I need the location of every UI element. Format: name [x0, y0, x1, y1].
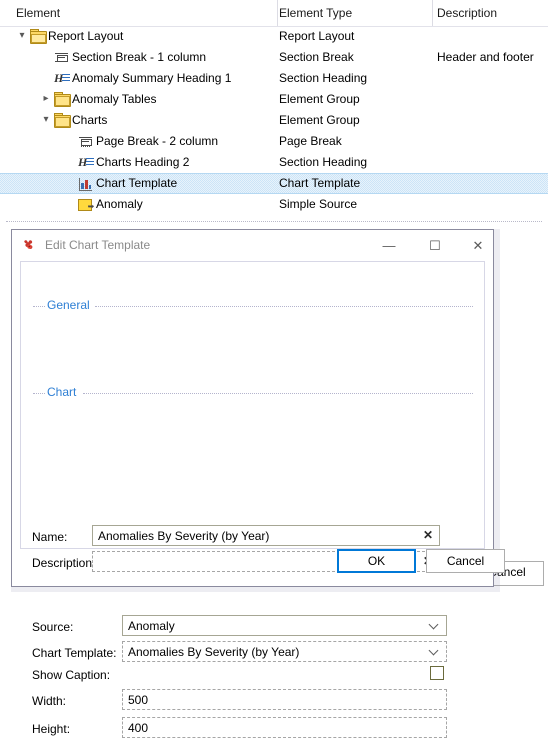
tree-item-label: Anomaly Tables: [72, 92, 157, 106]
chevron-down-icon[interactable]: ▾: [16, 30, 28, 42]
name-label: Name:: [32, 530, 68, 544]
chart-template-label: Chart Template:: [32, 646, 117, 660]
table-row[interactable]: Page Break - 2 column Page Break: [0, 131, 548, 152]
source-value: Anomaly: [128, 619, 175, 633]
minimize-icon[interactable]: —: [370, 230, 408, 261]
folder-open-icon: [30, 29, 47, 44]
column-header-description[interactable]: Description: [437, 6, 497, 20]
dialog-button-row: OK Cancel: [12, 549, 505, 587]
table-row[interactable]: ▾ Report Layout Report Layout: [0, 26, 548, 47]
tree-column-header: Element Element Type Description: [0, 0, 548, 27]
chart-template-select[interactable]: Anomalies By Severity (by Year): [122, 641, 447, 662]
tree-item-label: Page Break - 2 column: [96, 134, 219, 148]
tree-item-label: Section Break - 1 column: [72, 50, 207, 64]
dialog-titlebar[interactable]: Edit Chart Template — ☐ ✕: [12, 230, 493, 261]
show-caption-label: Show Caption:: [32, 668, 111, 682]
chevron-down-icon[interactable]: ▾: [40, 114, 52, 126]
height-label: Height:: [32, 722, 71, 736]
page-break-icon: [78, 134, 94, 149]
cancel-button[interactable]: Cancel: [426, 549, 505, 573]
group-header-general: General: [33, 298, 473, 314]
folder-closed-icon: [54, 113, 71, 128]
chevron-down-icon[interactable]: [430, 646, 439, 655]
chevron-right-icon[interactable]: ▸: [40, 93, 52, 105]
source-label: Source:: [32, 620, 74, 634]
tree-rows: ▾ Report Layout Report Layout Section Br…: [0, 26, 548, 221]
width-label: Width:: [32, 694, 67, 708]
tree-item-type: Section Heading: [279, 155, 368, 169]
edit-chart-template-dialog: Edit Chart Template — ☐ ✕ General Chart …: [11, 229, 505, 738]
dialog-title: Edit Chart Template: [45, 238, 151, 252]
width-input[interactable]: 500: [122, 689, 447, 710]
source-select[interactable]: Anomaly: [122, 615, 447, 636]
table-row[interactable]: Section Break - 1 column Section Break H…: [0, 47, 548, 68]
tree-item-label: Anomaly Summary Heading 1: [72, 71, 232, 85]
tree-item-label: Charts Heading 2: [96, 155, 190, 169]
maximize-icon[interactable]: ☐: [416, 230, 454, 261]
tree-item-type: Page Break: [279, 134, 342, 148]
simple-source-icon: ➥: [78, 197, 94, 212]
group-label: Chart: [47, 385, 77, 399]
ok-button[interactable]: OK: [337, 549, 416, 573]
application-icon: [22, 238, 38, 254]
height-input[interactable]: 400: [122, 717, 447, 738]
column-header-element-type[interactable]: Element Type: [279, 6, 352, 20]
tree-item-description: Header and footer: [437, 50, 534, 64]
group-label: General: [47, 298, 90, 312]
table-row[interactable]: H Anomaly Summary Heading 1 Section Head…: [0, 68, 548, 89]
table-row[interactable]: ▾ Charts Element Group: [0, 110, 548, 131]
table-row[interactable]: ▸ Anomaly Tables Element Group: [0, 89, 548, 110]
tree-item-label: Charts: [72, 113, 108, 127]
name-input[interactable]: Anomalies By Severity (by Year) ✕: [92, 525, 440, 546]
section-break-icon: [54, 50, 70, 65]
tree-item-type: Section Heading: [279, 71, 368, 85]
chart-template-value: Anomalies By Severity (by Year): [128, 645, 300, 659]
name-value: Anomalies By Severity (by Year): [98, 529, 270, 543]
panel-divider: [6, 221, 542, 223]
width-value: 500: [128, 693, 149, 707]
section-heading-icon: H: [54, 71, 70, 86]
table-row-selected[interactable]: Chart Template Chart Template: [0, 173, 548, 194]
tree-item-label: Chart Template: [96, 176, 178, 190]
section-heading-icon: H: [78, 155, 94, 170]
folder-closed-icon: [54, 92, 71, 107]
column-divider-2[interactable]: [432, 0, 433, 26]
tree-item-type: Chart Template: [279, 176, 361, 190]
group-header-chart: Chart: [33, 385, 473, 401]
clear-name-icon[interactable]: ✕: [423, 528, 433, 542]
show-caption-checkbox[interactable]: [430, 666, 444, 680]
close-icon[interactable]: ✕: [459, 230, 497, 261]
tree-item-type: Simple Source: [279, 197, 358, 211]
tree-item-label: Report Layout: [48, 29, 124, 43]
table-row[interactable]: ➥ Anomaly Simple Source: [0, 194, 548, 215]
tree-item-label: Anomaly: [96, 197, 143, 211]
chart-template-icon: [78, 177, 94, 192]
height-value: 400: [128, 721, 149, 735]
tree-item-type: Section Break: [279, 50, 354, 64]
chevron-down-icon[interactable]: [430, 620, 439, 629]
tree-item-type: Element Group: [279, 113, 360, 127]
tree-item-type: Element Group: [279, 92, 360, 106]
dialog-content: General Chart: [20, 261, 485, 549]
table-row[interactable]: H Charts Heading 2 Section Heading: [0, 152, 548, 173]
tree-item-type: Report Layout: [279, 29, 355, 43]
column-header-element[interactable]: Element: [16, 6, 60, 20]
column-divider-1[interactable]: [277, 0, 278, 26]
